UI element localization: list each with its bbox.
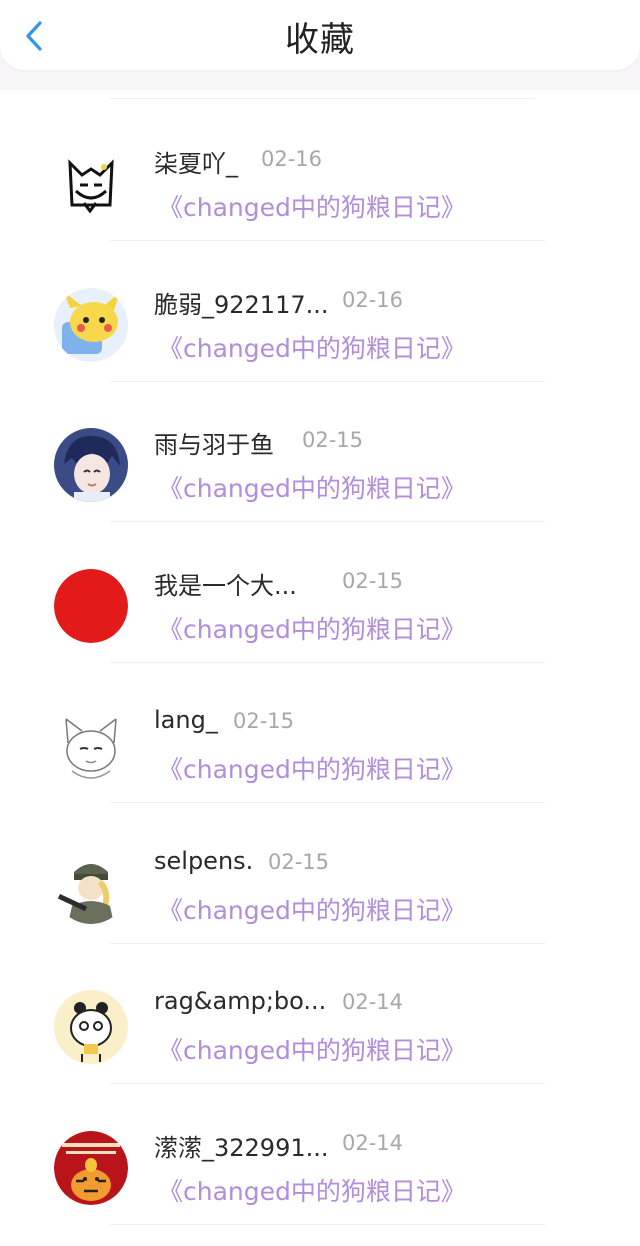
book-link[interactable]: 《changed中的狗粮日记》 bbox=[158, 1031, 466, 1067]
divider bbox=[110, 1223, 545, 1225]
favorites-list: 柒夏吖_ 02-16 《changed中的狗粮日记》 脆弱_922117... … bbox=[0, 100, 640, 1225]
favorite-date: 02-14 bbox=[342, 1130, 404, 1155]
favorite-item[interactable]: 柒夏吖_ 02-16 《changed中的狗粮日记》 bbox=[0, 100, 640, 241]
avatar[interactable] bbox=[54, 287, 128, 362]
page-title: 收藏 bbox=[285, 20, 355, 60]
header: 收藏 bbox=[0, 0, 640, 70]
favorite-item[interactable]: 脆弱_922117... 02-16 《changed中的狗粮日记》 bbox=[0, 241, 640, 382]
favorite-date: 02-15 bbox=[342, 568, 404, 593]
user-name: selpens. bbox=[154, 846, 254, 875]
user-name: 潆潆_322991... bbox=[154, 1133, 329, 1162]
favorite-item[interactable]: 潆潆_322991... 02-14 《changed中的狗粮日记》 bbox=[0, 1084, 640, 1225]
divider bbox=[110, 98, 535, 99]
favorite-date: 02-15 bbox=[268, 849, 330, 874]
book-link[interactable]: 《changed中的狗粮日记》 bbox=[158, 469, 466, 505]
user-name: 我是一个大... bbox=[154, 571, 297, 600]
favorite-date: 02-16 bbox=[261, 147, 323, 171]
book-link[interactable]: 《changed中的狗粮日记》 bbox=[158, 329, 466, 365]
avatar[interactable] bbox=[54, 849, 128, 924]
user-name: lang_ bbox=[154, 706, 218, 734]
user-name: 雨与羽于鱼 bbox=[154, 431, 274, 459]
favorite-item[interactable]: lang_ 02-15 《changed中的狗粮日记》 bbox=[0, 662, 640, 803]
favorite-item[interactable]: selpens. 02-15 《changed中的狗粮日记》 bbox=[0, 803, 640, 944]
user-name: 柒夏吖_ bbox=[154, 150, 238, 178]
favorite-date: 02-14 bbox=[342, 990, 404, 1014]
favorite-item[interactable]: rag&amp;bo... 02-14 《changed中的狗粮日记》 bbox=[0, 943, 640, 1084]
book-link[interactable]: 《changed中的狗粮日记》 bbox=[158, 610, 466, 646]
favorite-item[interactable]: 我是一个大... 02-15 《changed中的狗粮日记》 bbox=[0, 522, 640, 663]
book-link[interactable]: 《changed中的狗粮日记》 bbox=[158, 1172, 466, 1208]
user-name: rag&amp;bo... bbox=[154, 987, 327, 1015]
favorite-date: 02-15 bbox=[302, 428, 364, 452]
avatar[interactable] bbox=[54, 568, 128, 643]
avatar[interactable] bbox=[54, 147, 128, 221]
favorite-date: 02-16 bbox=[342, 287, 404, 312]
avatar[interactable] bbox=[54, 1130, 128, 1205]
avatar[interactable] bbox=[54, 428, 128, 502]
favorite-date: 02-15 bbox=[233, 709, 295, 733]
book-link[interactable]: 《changed中的狗粮日记》 bbox=[158, 750, 466, 786]
avatar[interactable] bbox=[54, 990, 128, 1064]
book-link[interactable]: 《changed中的狗粮日记》 bbox=[158, 188, 466, 224]
favorite-item[interactable]: 雨与羽于鱼 02-15 《changed中的狗粮日记》 bbox=[0, 381, 640, 522]
avatar[interactable] bbox=[54, 709, 128, 783]
book-link[interactable]: 《changed中的狗粮日记》 bbox=[158, 891, 466, 927]
user-name: 脆弱_922117... bbox=[154, 290, 329, 319]
